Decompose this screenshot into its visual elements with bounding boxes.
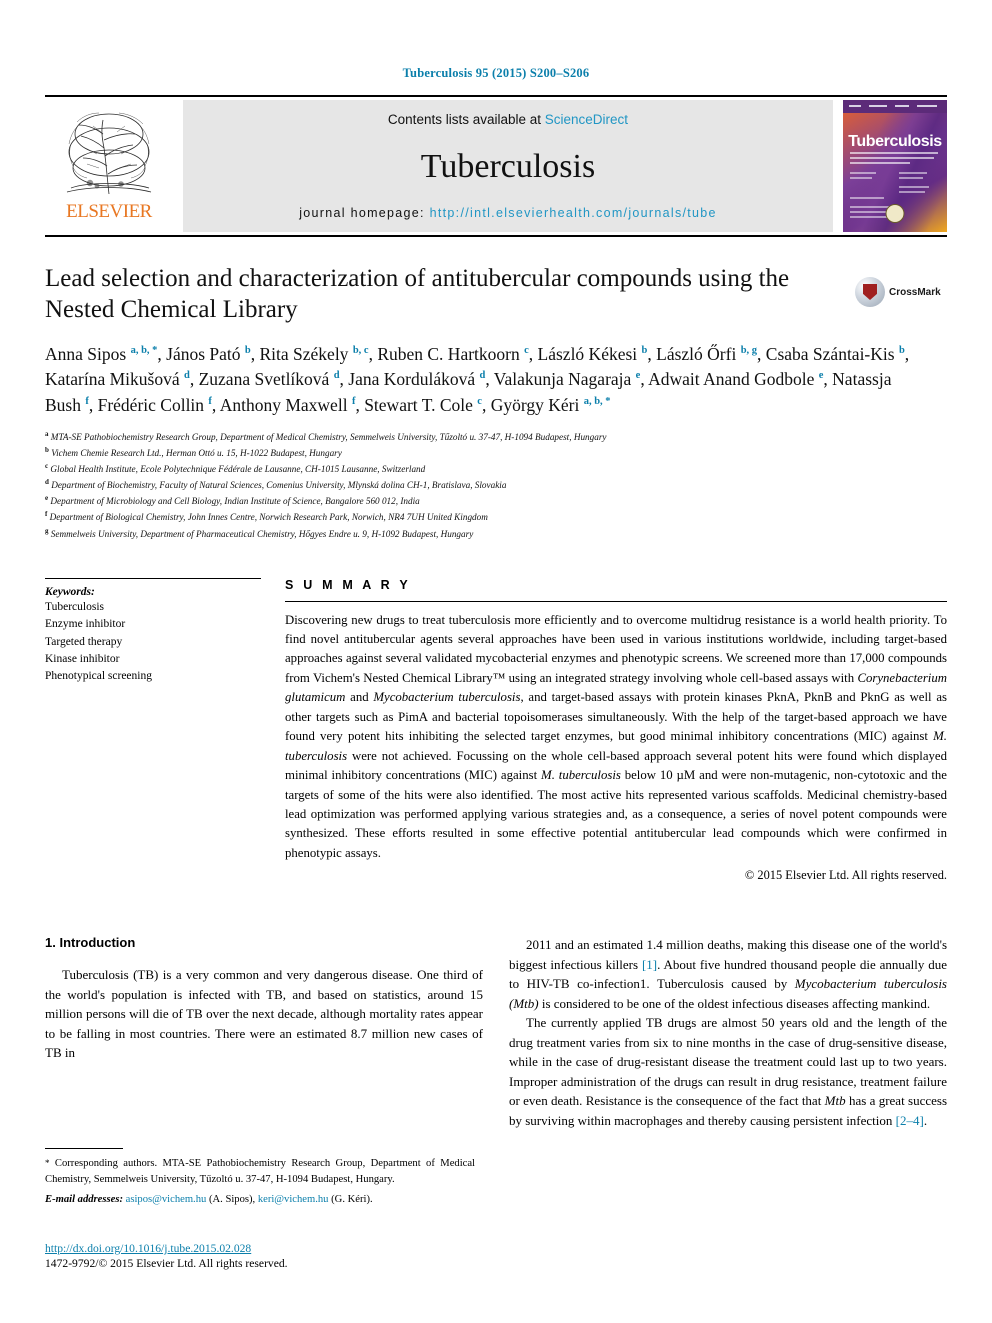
author-name: Csaba Szántai-Kis: [765, 344, 899, 364]
author-name: Stewart T. Cole: [364, 394, 478, 415]
section-heading-introduction: 1. Introduction: [45, 935, 136, 951]
author-affiliation-mark: e: [818, 370, 824, 382]
author-affiliation-mark: b: [244, 345, 251, 357]
author-affiliation-mark: c: [477, 395, 482, 407]
affiliation-item: d Department of Biochemistry, Faculty of…: [45, 478, 507, 491]
affiliation-item: a MTA-SE Pathobiochemistry Research Grou…: [45, 430, 607, 443]
author-name: Frédéric Collin: [97, 394, 209, 415]
email-link-1[interactable]: asipos@vichem.hu: [126, 1194, 207, 1205]
banner-center: Contents lists available at ScienceDirec…: [183, 100, 833, 232]
keyword-item: Phenotypical screening: [45, 670, 152, 683]
summary-heading: S U M M A R Y: [285, 577, 411, 592]
author-name: László Őrfi: [656, 344, 741, 364]
contents-prefix: Contents lists available at: [387, 112, 542, 127]
author-affiliation-mark: b: [898, 345, 905, 357]
keyword-item: Tuberculosis: [45, 600, 104, 613]
journal-cover-thumbnail: Tuberculosis: [843, 100, 947, 232]
author-affiliation-mark: a, b, *: [583, 395, 611, 407]
doi-block: http://dx.doi.org/10.1016/j.tube.2015.02…: [45, 1242, 475, 1270]
elsevier-wordmark: ELSEVIER: [66, 201, 152, 222]
affiliation-item: f Department of Biological Chemistry, Jo…: [45, 510, 488, 523]
author-affiliation-mark: d: [184, 370, 190, 382]
intro-paragraph-right-1: 2011 and an estimated 1.4 million deaths…: [509, 937, 947, 1011]
homepage-prefix: journal homepage:: [299, 206, 425, 220]
email-owner-1: (A. Sipos),: [208, 1194, 256, 1206]
affiliation-item: b Vichem Chemie Research Ltd., Herman Ot…: [45, 446, 342, 459]
elsevier-logo: ELSEVIER: [45, 100, 173, 232]
banner-bottom-rule: [45, 235, 947, 237]
journal-homepage-link[interactable]: http://intl.elsevierhealth.com/journals/…: [430, 206, 717, 220]
intro-paragraph-right-2: The currently applied TB drugs are almos…: [509, 1015, 947, 1128]
keyword-item: Targeted therapy: [45, 635, 123, 648]
crossmark-badge[interactable]: CrossMark: [855, 277, 947, 307]
journal-title: Tuberculosis: [420, 147, 596, 185]
author-affiliation-mark: b: [641, 345, 648, 357]
email-owner-2: (G. Kéri).: [331, 1194, 373, 1206]
affiliation-item: g Semmelweis University, Department of P…: [45, 526, 474, 539]
email-label: E-mail addresses:: [45, 1194, 123, 1206]
journal-banner: ELSEVIER Contents lists available at Sci…: [45, 95, 947, 237]
cover-journal-title: Tuberculosis: [848, 133, 942, 150]
intro-paragraph-left: Tuberculosis (TB) is a very common and v…: [45, 967, 483, 1061]
banner-top-rule: [45, 95, 947, 97]
article-head: CrossMark Lead selection and characteriz…: [45, 263, 947, 542]
keywords-heading: Keywords:: [45, 585, 95, 598]
summary-row: Keywords: Tuberculosis Enzyme inhibitor Ta…: [45, 577, 947, 884]
keywords-items: Tuberculosis Enzyme inhibitor Targeted the…: [45, 599, 261, 686]
author-name: László Kékesi: [537, 344, 642, 364]
crossmark-icon: [855, 277, 885, 307]
author-name: János Pató: [166, 344, 245, 364]
corresponding-author-note: * Corresponding authors. MTA-SE Pathobio…: [45, 1158, 475, 1185]
author-name: Ruben C. Hartkoorn: [377, 344, 525, 364]
author-name: Zuzana Svetlíková: [198, 369, 334, 390]
author-name: György Kéri: [490, 394, 584, 415]
author-affiliation-mark: d: [479, 370, 486, 382]
elsevier-tree-icon: [66, 112, 152, 195]
article-first-page: Tuberculosis 95 (2015) S200–S206 ELSEVIE…: [0, 0, 992, 1323]
sciencedirect-link[interactable]: ScienceDirect: [545, 112, 628, 127]
footnote-block: * Corresponding authors. MTA-SE Pathobio…: [45, 1148, 475, 1205]
author-name: Jana Korduláková: [348, 369, 480, 390]
summary-block: S U M M A R Y Discovering new drugs to t…: [285, 578, 947, 884]
author-affiliation-mark: f: [208, 395, 212, 407]
author-affiliation-mark: e: [635, 370, 641, 382]
author-affiliation-mark: d: [333, 370, 340, 382]
author-affiliation-mark: a, b, *: [130, 345, 158, 357]
author-affiliation-mark: f: [351, 395, 356, 407]
email-note: E-mail addresses: asipos@vichem.hu (A. S…: [45, 1194, 475, 1205]
summary-copyright: © 2015 Elsevier Ltd. All rights reserved…: [744, 868, 947, 883]
keyword-item: Enzyme inhibitor: [45, 618, 126, 631]
keyword-item: Kinase inhibitor: [45, 652, 120, 665]
author-name: Adwait Anand Godbole: [648, 369, 819, 390]
issn-copyright-line: 1472-9792/© 2015 Elsevier Ltd. All right…: [45, 1257, 288, 1270]
author-list: Anna Sipos a, b, *, János Pató b, Rita S…: [45, 344, 910, 415]
contents-available-line: Contents lists available at ScienceDirec…: [388, 112, 628, 127]
journal-homepage-line: journal homepage: http://intl.elsevierhe…: [299, 206, 717, 220]
author-name: Anthony Maxwell: [219, 394, 352, 415]
crossmark-label: CrossMark: [889, 286, 941, 298]
doi-link[interactable]: http://dx.doi.org/10.1016/j.tube.2015.02…: [45, 1242, 475, 1255]
keywords-block: Keywords: Tuberculosis Enzyme inhibitor Ta…: [45, 577, 285, 884]
author-name: Rita Székely: [259, 344, 353, 364]
author-affiliation-mark: c: [524, 345, 529, 357]
author-name: Anna Sipos: [45, 344, 131, 364]
affiliation-item: c Global Health Institute, Ecole Polytec…: [45, 462, 426, 475]
running-head: Tuberculosis 95 (2015) S200–S206: [402, 66, 590, 80]
footnote-rule: [45, 1148, 123, 1149]
body-column-left: 1. Introduction Tuberculosis (TB) is a v…: [45, 935, 483, 1130]
cover-emblem-icon: [885, 204, 905, 223]
affiliation-list: a MTA-SE Pathobiochemistry Research Grou…: [45, 429, 947, 541]
email-link-2[interactable]: keri@vichem.hu: [258, 1194, 329, 1205]
author-name: Valakunja Nagaraja: [493, 369, 636, 390]
affiliation-item: e Department of Microbiology and Cell Bi…: [45, 494, 420, 507]
page-title: Lead selection and characterization of a…: [45, 265, 790, 323]
author-affiliation-mark: b, g: [740, 345, 758, 357]
author-name: Katarína Mikušová: [45, 369, 184, 390]
author-affiliation-mark: b, c: [352, 345, 369, 357]
body-column-right: 2011 and an estimated 1.4 million deaths…: [509, 935, 947, 1130]
body-columns: 1. Introduction Tuberculosis (TB) is a v…: [45, 935, 947, 1130]
author-affiliation-mark: f: [85, 395, 89, 407]
summary-text: Discovering new drugs to treat tuberculo…: [285, 612, 947, 860]
